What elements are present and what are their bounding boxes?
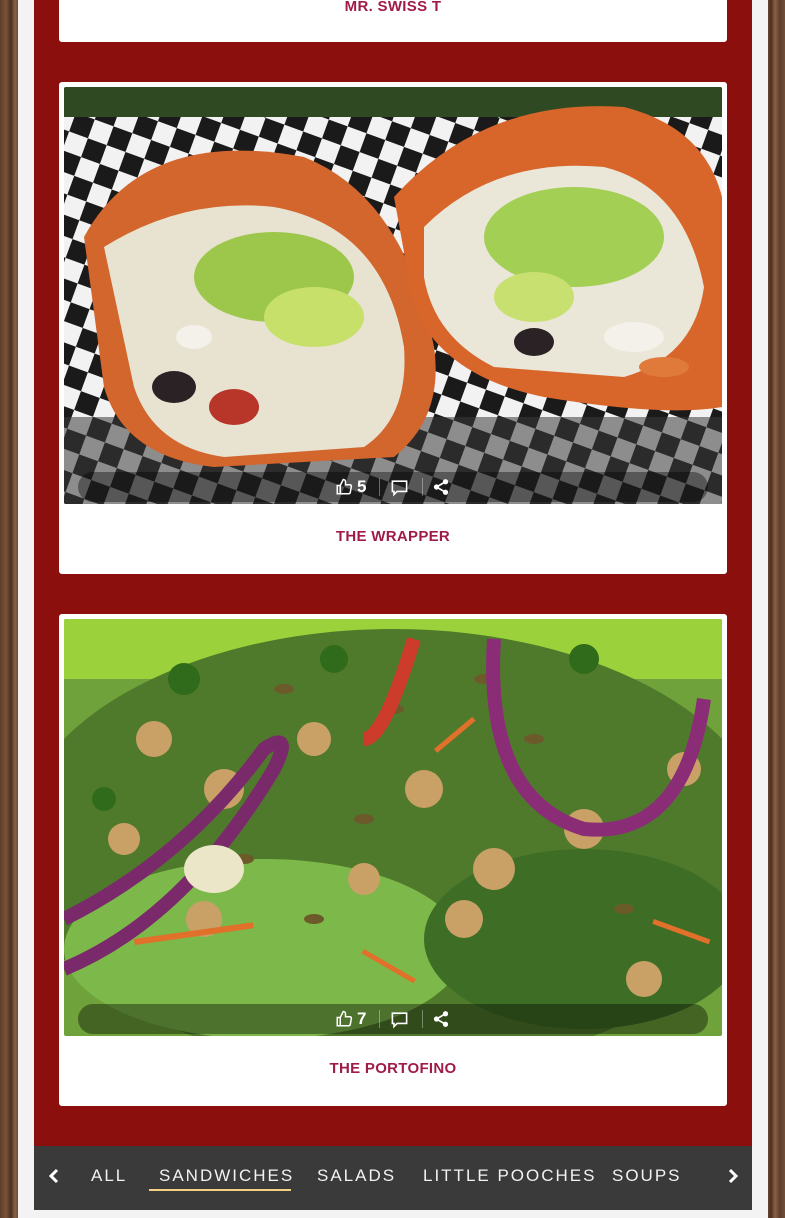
scroll-right-button[interactable] bbox=[723, 1168, 743, 1188]
tab-sandwiches[interactable]: SANDWICHES bbox=[159, 1166, 294, 1186]
menu-item-title[interactable]: THE PORTOFINO bbox=[59, 1060, 727, 1077]
divider bbox=[422, 1010, 423, 1028]
active-tab-indicator bbox=[149, 1189, 291, 1191]
menu-item-card[interactable]: 5 THE WRAPPER bbox=[59, 82, 727, 574]
tab-salads[interactable]: SALADS bbox=[317, 1166, 396, 1186]
share-icon bbox=[432, 478, 450, 496]
photo-action-bar: 5 bbox=[78, 472, 708, 502]
menu-item-title[interactable]: MR. SWISS T bbox=[59, 0, 727, 15]
menu-item-card[interactable]: 7 THE PORTOFINO bbox=[59, 614, 727, 1106]
menu-item-photo[interactable]: 7 bbox=[64, 619, 722, 1036]
tab-all[interactable]: ALL bbox=[91, 1166, 127, 1186]
comment-button[interactable] bbox=[390, 1004, 409, 1034]
scroll-left-button[interactable] bbox=[44, 1168, 64, 1188]
like-count: 7 bbox=[357, 1009, 367, 1028]
like-button[interactable]: 5 bbox=[335, 472, 366, 502]
thumbs-up-icon bbox=[335, 478, 353, 496]
menu-item-card[interactable]: MR. SWISS T bbox=[59, 0, 727, 42]
category-nav: ALL SANDWICHES SALADS LITTLE POOCHES SOU… bbox=[34, 1146, 752, 1210]
like-button[interactable]: 7 bbox=[335, 1004, 366, 1034]
tab-soups[interactable]: SOUPS bbox=[612, 1166, 682, 1186]
menu-item-title[interactable]: THE WRAPPER bbox=[59, 528, 727, 545]
tab-little-pooches[interactable]: LITTLE POOCHES bbox=[423, 1166, 596, 1186]
like-count: 5 bbox=[357, 477, 367, 496]
share-button[interactable] bbox=[432, 472, 450, 502]
divider bbox=[379, 1010, 380, 1028]
comment-button[interactable] bbox=[390, 472, 409, 502]
chevron-left-icon bbox=[48, 1168, 60, 1189]
photo-action-bar: 7 bbox=[78, 1004, 708, 1034]
page-frame-left bbox=[18, 0, 34, 1218]
divider bbox=[379, 478, 380, 496]
divider bbox=[422, 478, 423, 496]
menu-item-photo[interactable]: 5 bbox=[64, 87, 722, 504]
share-icon bbox=[432, 1010, 450, 1028]
chevron-right-icon bbox=[727, 1168, 739, 1189]
comment-icon bbox=[390, 478, 409, 497]
page-frame-right bbox=[752, 0, 768, 1218]
thumbs-up-icon bbox=[335, 1010, 353, 1028]
comment-icon bbox=[390, 1010, 409, 1029]
share-button[interactable] bbox=[432, 1004, 450, 1034]
nav-bottom-border bbox=[34, 1210, 752, 1218]
